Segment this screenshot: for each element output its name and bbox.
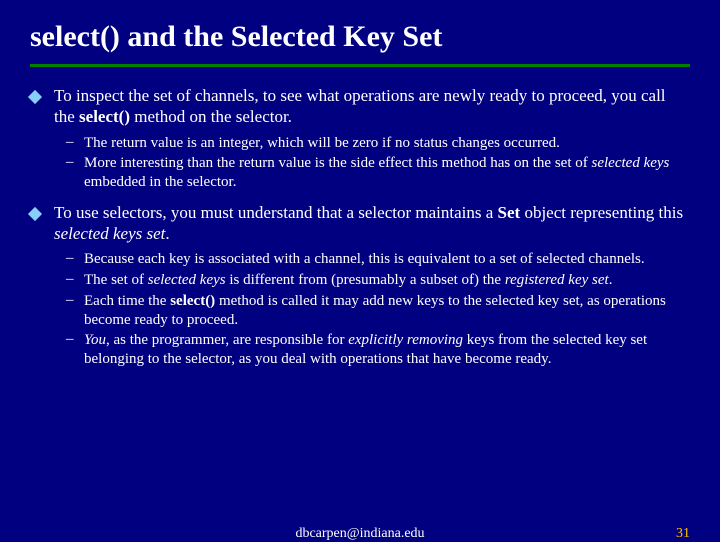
dash-bullet-icon: – [66,250,80,267]
text-run: Each time the [84,293,170,309]
text-run: . [165,224,169,243]
sub-bullet-text: Each time the select() method is called … [84,292,690,330]
sub-bullet-text: The return value is an integer, which wi… [84,134,560,153]
dash-bullet-icon: – [66,331,80,348]
dash-bullet-icon: – [66,292,80,309]
text-run: method on the selector. [130,107,292,126]
bullet-text: To use selectors, you must understand th… [54,202,690,245]
text-run: The set of [84,272,148,288]
text-run: embedded in the selector. [84,174,236,190]
text-run: More interesting than the return value i… [84,155,592,171]
text-run: object representing this [520,203,683,222]
text-italic: selected keys set [54,224,165,243]
sub-bullet-text: The set of selected keys is different fr… [84,271,612,290]
text-italic: selected keys [148,272,226,288]
text-bold: select() [170,293,215,309]
text-run: , as the programmer, are responsible for [106,332,348,348]
slide-title: select() and the Selected Key Set [0,0,720,64]
text-italic: explicitly removing [348,332,463,348]
sub-bullet-item: – You, as the programmer, are responsibl… [66,331,690,369]
bullet-text: To inspect the set of channels, to see w… [54,85,690,128]
text-run: . [609,272,613,288]
slide-body: To inspect the set of channels, to see w… [0,85,720,369]
dash-bullet-icon: – [66,134,80,151]
text-bold: select() [79,107,130,126]
text-italic: selected keys [592,155,670,171]
diamond-bullet-icon [28,90,42,104]
sub-bullet-item: – Because each key is associated with a … [66,250,690,269]
sub-list: – Because each key is associated with a … [66,250,690,369]
sub-bullet-text: You, as the programmer, are responsible … [84,331,690,369]
sub-bullet-item: – Each time the select() method is calle… [66,292,690,330]
sub-bullet-item: – The set of selected keys is different … [66,271,690,290]
bullet-item: To inspect the set of channels, to see w… [30,85,690,128]
title-underline [30,64,690,67]
text-run: is different from (presumably a subset o… [226,272,505,288]
sub-list: – The return value is an integer, which … [66,134,690,192]
text-bold: Set [498,203,521,222]
dash-bullet-icon: – [66,154,80,171]
text-italic: You [84,332,106,348]
sub-bullet-item: – More interesting than the return value… [66,154,690,192]
sub-bullet-text: More interesting than the return value i… [84,154,690,192]
text-italic: registered key set [505,272,609,288]
text-run: To use selectors, you must understand th… [54,203,498,222]
dash-bullet-icon: – [66,271,80,288]
bullet-item: To use selectors, you must understand th… [30,202,690,245]
diamond-bullet-icon [28,207,42,221]
sub-bullet-text: Because each key is associated with a ch… [84,250,645,269]
sub-bullet-item: – The return value is an integer, which … [66,134,690,153]
